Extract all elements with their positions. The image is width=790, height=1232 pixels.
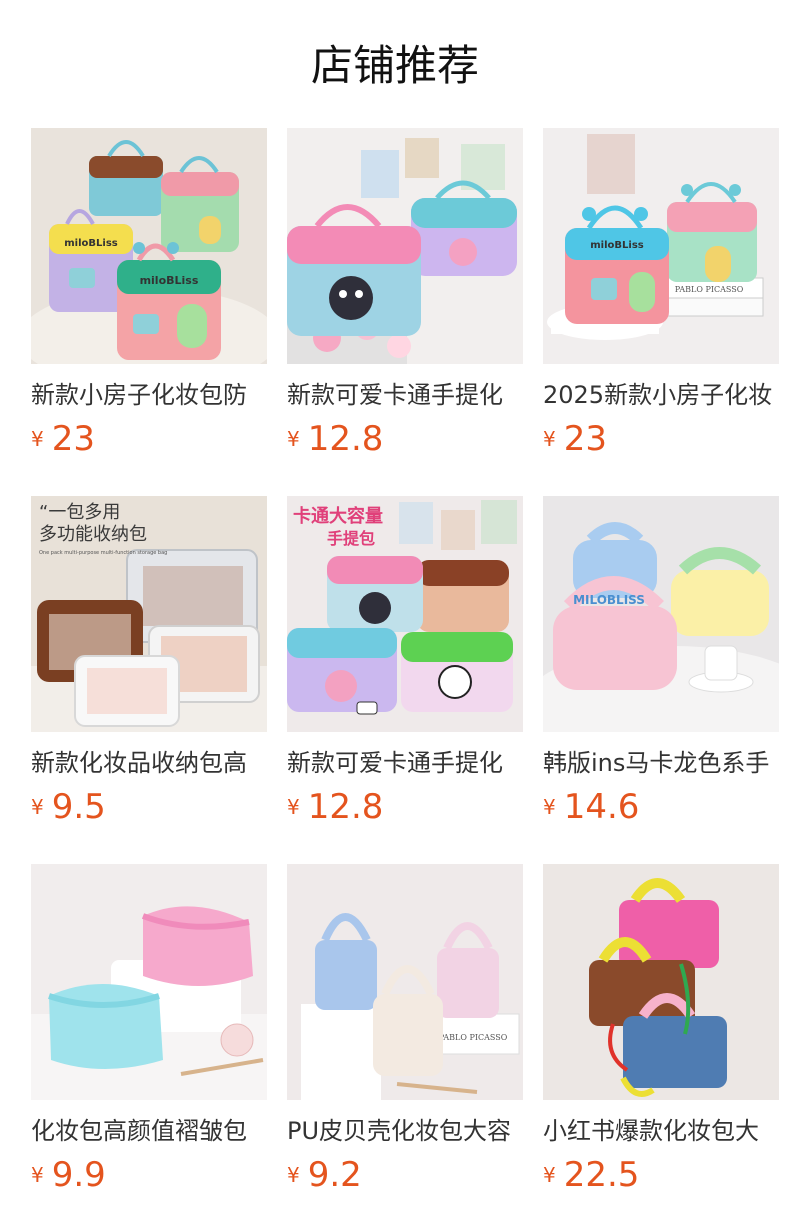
page-title: 店铺推荐	[310, 41, 479, 90]
product-card[interactable]: 卡通大容量 手提包 新款可爱卡通手提化 ¥12.8	[287, 496, 523, 841]
product-image[interactable]: PABLO PICASSO	[287, 864, 523, 1100]
product-name[interactable]: PU皮贝壳化妆包大容	[287, 1114, 523, 1148]
product-card[interactable]: 新款可爱卡通手提化 ¥12.8	[287, 128, 523, 473]
product-name[interactable]: 新款小房子化妆包防	[31, 378, 267, 412]
product-price: ¥23	[543, 416, 607, 462]
price-amount: 12.8	[307, 787, 384, 827]
product-card[interactable]: “一包多用 多功能收纳包 One pack multi-purpose mult…	[31, 496, 267, 841]
product-price: ¥12.8	[287, 416, 383, 462]
price-amount: 9.5	[51, 787, 106, 827]
overlay-small: One pack multi-purpose multi-function st…	[39, 550, 167, 556]
brand-text: miloBLiss	[140, 274, 199, 287]
product-image[interactable]	[543, 864, 779, 1100]
price-amount: 23	[51, 419, 95, 459]
product-name[interactable]: 新款可爱卡通手提化	[287, 746, 523, 780]
currency-symbol: ¥	[31, 1163, 44, 1187]
product-image[interactable]: miloBLiss miloBLiss	[31, 128, 267, 364]
product-card[interactable]: PABLO PICASSO miloBLiss 2025新款小房子化妆 ¥23	[543, 128, 779, 473]
product-name[interactable]: 化妆包高颜值褶皱包	[31, 1114, 267, 1148]
brand-text: MILOBLISS	[573, 593, 645, 607]
price-amount: 14.6	[563, 787, 640, 827]
brand-text: miloBLiss	[590, 240, 644, 251]
product-image[interactable]: 卡通大容量 手提包	[287, 496, 523, 732]
product-image[interactable]	[287, 128, 523, 364]
product-image[interactable]: “一包多用 多功能收纳包 One pack multi-purpose mult…	[31, 496, 267, 732]
product-card[interactable]: 小红书爆款化妆包大 ¥22.5	[543, 864, 779, 1209]
currency-symbol: ¥	[543, 1163, 556, 1187]
product-image[interactable]: MILOBLISS	[543, 496, 779, 732]
currency-symbol: ¥	[287, 1163, 300, 1187]
product-price: ¥9.9	[31, 1152, 106, 1198]
price-amount: 12.8	[307, 419, 384, 459]
product-name[interactable]: 新款化妆品收纳包高	[31, 746, 267, 780]
product-card[interactable]: MILOBLISS 韩版ins马卡龙色系手 ¥14.6	[543, 496, 779, 841]
product-name[interactable]: 2025新款小房子化妆	[543, 378, 779, 412]
product-name[interactable]: 韩版ins马卡龙色系手	[543, 746, 779, 780]
currency-symbol: ¥	[543, 427, 556, 451]
currency-symbol: ¥	[31, 427, 44, 451]
product-price: ¥23	[31, 416, 95, 462]
overlay-line: 卡通大容量	[293, 505, 383, 527]
svg-text:miloBLiss: miloBLiss	[64, 238, 118, 249]
price-amount: 22.5	[563, 1155, 640, 1195]
overlay-line: 多功能收纳包	[39, 524, 147, 545]
product-card[interactable]: 化妆包高颜值褶皱包 ¥9.9	[31, 864, 267, 1209]
overlay-line: “一包多用	[39, 502, 120, 523]
product-price: ¥22.5	[543, 1152, 639, 1198]
product-card[interactable]: miloBLiss miloBLiss 新款小房子化妆包防 ¥23	[31, 128, 267, 473]
price-amount: 9.2	[307, 1155, 362, 1195]
product-price: ¥12.8	[287, 784, 383, 830]
svg-text:PABLO PICASSO: PABLO PICASSO	[439, 1033, 508, 1042]
book-text: PABLO PICASSO	[675, 285, 744, 294]
product-price: ¥9.5	[31, 784, 106, 830]
product-price: ¥14.6	[543, 784, 639, 830]
overlay-line: 手提包	[327, 529, 375, 548]
product-name[interactable]: 新款可爱卡通手提化	[287, 378, 523, 412]
currency-symbol: ¥	[543, 795, 556, 819]
currency-symbol: ¥	[287, 427, 300, 451]
product-image[interactable]	[31, 864, 267, 1100]
currency-symbol: ¥	[287, 795, 300, 819]
product-price: ¥9.2	[287, 1152, 362, 1198]
product-image[interactable]: PABLO PICASSO miloBLiss	[543, 128, 779, 364]
currency-symbol: ¥	[31, 795, 44, 819]
product-name[interactable]: 小红书爆款化妆包大	[543, 1114, 779, 1148]
price-amount: 23	[563, 419, 607, 459]
product-card[interactable]: PABLO PICASSO PU皮贝壳化妆包大容 ¥9.2	[287, 864, 523, 1209]
price-amount: 9.9	[51, 1155, 106, 1195]
